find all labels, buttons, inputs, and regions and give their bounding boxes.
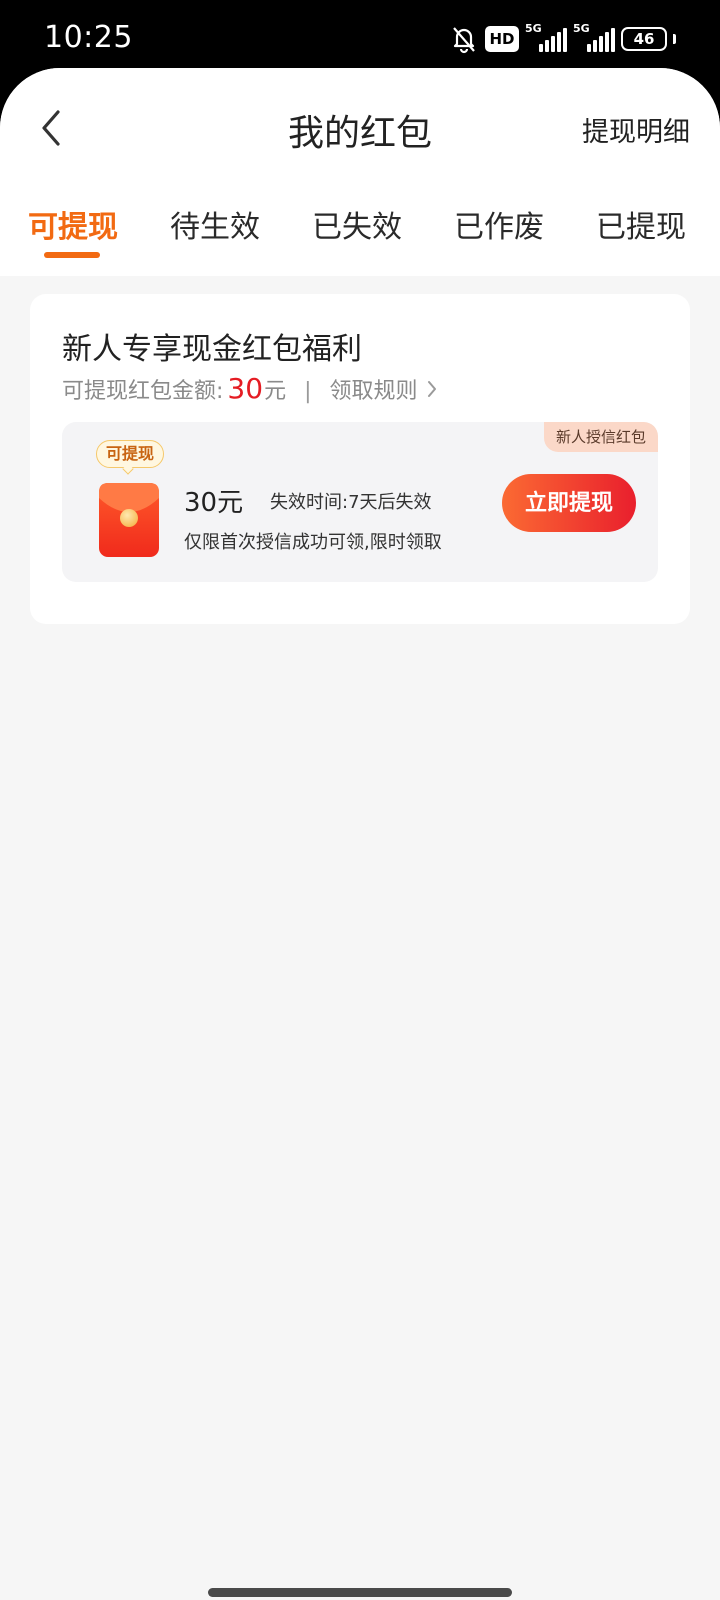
red-envelope-icon: [98, 482, 160, 558]
back-button[interactable]: [34, 106, 74, 150]
tab-withdrawable[interactable]: 可提现: [28, 202, 118, 246]
nav-bar: 我的红包 提现明细 可提现 待生效 已失效 已作废 已提现: [0, 68, 720, 276]
chevron-left-icon: [42, 110, 60, 146]
screen: 10:25 HD 5G 5G 46 我的红包 提现明细 可提现 待生效 已失效 …: [0, 0, 720, 1600]
status-bubble: 可提现: [96, 440, 165, 468]
tab-pending[interactable]: 待生效: [170, 202, 260, 246]
battery-tip: [673, 34, 676, 44]
status-icons: HD 5G 5G 46: [449, 22, 676, 56]
corner-tag: 新人授信红包: [543, 422, 658, 452]
tab-expired[interactable]: 已失效: [312, 202, 402, 246]
amount-label: 可提现红包金额:: [62, 379, 224, 404]
amount-value: 30: [227, 372, 264, 405]
coupon-description: 仅限首次授信成功可领,限时领取: [184, 532, 442, 553]
coupon-item: 新人授信红包 可提现 30元 失效时间:7天后失效 仅限首次授信成功可领,限时领…: [62, 422, 658, 582]
rules-link[interactable]: 领取规则: [330, 373, 418, 405]
page-sheet: 我的红包 提现明细 可提现 待生效 已失效 已作废 已提现 新人专享现金红包福利…: [0, 68, 720, 1600]
amount-unit: 元: [264, 379, 287, 404]
coupon-expire: 失效时间:7天后失效: [270, 492, 432, 513]
signal-label: 5G: [525, 22, 542, 35]
signal-icon: 5G: [573, 22, 615, 52]
tab-bar: 可提现 待生效 已失效 已作废 已提现: [0, 194, 720, 274]
card-title: 新人专享现金红包福利: [62, 332, 362, 367]
battery-icon: 46: [621, 27, 667, 51]
hd-icon: HD: [485, 26, 519, 52]
chevron-right-icon: [427, 380, 436, 397]
bell-off-icon: [449, 24, 479, 54]
withdraw-detail-link[interactable]: 提现明细: [582, 110, 690, 149]
status-bar: 10:25 HD 5G 5G 46: [0, 0, 720, 78]
red-packet-card: 新人专享现金红包福利 可提现红包金额: 30 元 | 领取规则 新人授信红包 可…: [30, 294, 690, 624]
tab-underline: [44, 252, 100, 258]
separator: |: [304, 379, 312, 404]
card-subtitle: 可提现红包金额: 30 元 | 领取规则: [62, 372, 438, 405]
status-time: 10:25: [44, 20, 133, 55]
coupon-amount: 30元: [184, 488, 244, 518]
signal-label: 5G: [573, 22, 590, 35]
withdraw-now-button[interactable]: 立即提现: [502, 474, 636, 532]
tab-withdrawn[interactable]: 已提现: [596, 202, 686, 246]
tab-voided[interactable]: 已作废: [454, 202, 544, 246]
signal-icon: 5G: [525, 22, 567, 52]
home-indicator[interactable]: [208, 1588, 512, 1597]
